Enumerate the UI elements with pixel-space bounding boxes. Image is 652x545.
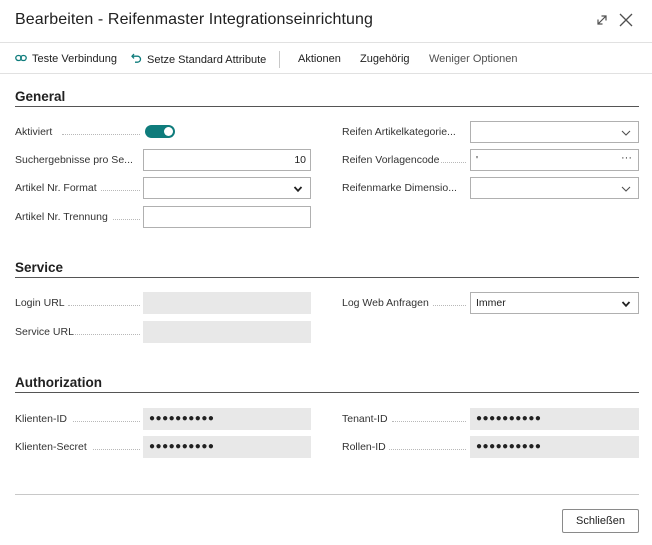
tire-item-category-label: Reifen Artikelkategorie... (342, 126, 456, 138)
tenant-id-value: ●●●●●●●●●● (476, 413, 542, 424)
section-title-service[interactable]: Service (15, 260, 63, 275)
dot-leader (101, 190, 140, 191)
client-id-value: ●●●●●●●●●● (149, 413, 215, 424)
service-url-label: Service URL (15, 326, 74, 338)
client-secret-label: Klienten-Secret (15, 441, 87, 453)
close-icon[interactable] (616, 10, 636, 30)
link-icon (15, 53, 27, 65)
chevron-down-icon (620, 298, 632, 310)
item-no-separator-label: Artikel Nr. Trennung (15, 211, 108, 223)
client-secret-field[interactable]: ●●●●●●●●●● (143, 436, 311, 458)
client-secret-value: ●●●●●●●●●● (149, 441, 215, 452)
role-id-value: ●●●●●●●●●● (476, 441, 542, 452)
log-web-requests-select[interactable]: Immer (470, 292, 639, 314)
dot-leader (113, 219, 140, 220)
tire-template-code-input[interactable]: ' ··· (470, 149, 639, 171)
expand-icon[interactable] (592, 10, 612, 30)
close-button[interactable]: Schließen (562, 509, 639, 533)
set-default-attributes-label: Setze Standard Attribute (147, 53, 267, 66)
client-id-label: Klienten-ID (15, 413, 67, 425)
search-results-label: Suchergebnisse pro Se... (15, 154, 133, 166)
log-web-requests-value: Immer (476, 297, 506, 309)
action-separator (279, 51, 280, 68)
dot-leader (93, 449, 140, 450)
service-url-field (143, 321, 311, 343)
tire-brand-dimension-label: Reifenmarke Dimensio... (342, 182, 457, 194)
page-title: Bearbeiten - Reifenmaster Integrationsei… (15, 11, 373, 28)
chevron-down-icon (620, 127, 632, 139)
dot-leader (389, 449, 466, 450)
test-connection-label: Teste Verbindung (32, 53, 118, 65)
dot-leader (433, 305, 466, 306)
item-no-format-label: Artikel Nr. Format (15, 182, 97, 194)
actions-menu-button[interactable]: Aktionen (298, 53, 341, 65)
dot-leader (392, 421, 466, 422)
item-no-separator-input[interactable] (143, 206, 311, 228)
section-title-general[interactable]: General (15, 89, 65, 104)
action-bar: Teste Verbindung Setze Standard Attribut… (0, 42, 652, 74)
tire-template-code-label: Reifen Vorlagencode (342, 154, 440, 166)
fewer-options-button[interactable]: Weniger Optionen (429, 53, 517, 65)
tire-item-category-select[interactable] (470, 121, 639, 143)
section-divider (15, 277, 639, 278)
section-divider (15, 106, 639, 107)
tire-brand-dimension-select[interactable] (470, 177, 639, 199)
undo-icon (131, 53, 142, 66)
tire-template-code-value: ' (476, 154, 479, 166)
chevron-down-icon (292, 183, 304, 195)
chevron-down-icon (620, 183, 632, 195)
search-results-input[interactable]: 10 (143, 149, 311, 171)
role-id-label: Rollen-ID (342, 441, 386, 453)
login-url-field (143, 292, 311, 314)
dot-leader (75, 334, 140, 335)
set-default-attributes-button[interactable]: Setze Standard Attribute (131, 53, 266, 66)
item-no-format-select[interactable] (143, 177, 311, 199)
related-menu-button[interactable]: Zugehörig (360, 53, 410, 65)
dot-leader (441, 162, 466, 163)
dot-leader (62, 134, 140, 135)
section-divider (15, 392, 639, 393)
test-connection-button[interactable]: Teste Verbindung (15, 53, 117, 65)
search-results-value: 10 (294, 154, 306, 166)
activated-toggle[interactable] (145, 125, 175, 138)
login-url-label: Login URL (15, 297, 65, 309)
dot-leader (73, 421, 140, 422)
tenant-id-field[interactable]: ●●●●●●●●●● (470, 408, 639, 430)
client-id-field[interactable]: ●●●●●●●●●● (143, 408, 311, 430)
section-title-authorization[interactable]: Authorization (15, 375, 102, 390)
lookup-ellipsis-icon[interactable]: ··· (621, 152, 632, 164)
role-id-field[interactable]: ●●●●●●●●●● (470, 436, 639, 458)
dot-leader (68, 305, 140, 306)
log-web-requests-label: Log Web Anfragen (342, 297, 429, 309)
tenant-id-label: Tenant-ID (342, 413, 388, 425)
footer-divider (15, 494, 639, 495)
toggle-knob (164, 127, 173, 136)
activated-label: Aktiviert (15, 126, 53, 138)
